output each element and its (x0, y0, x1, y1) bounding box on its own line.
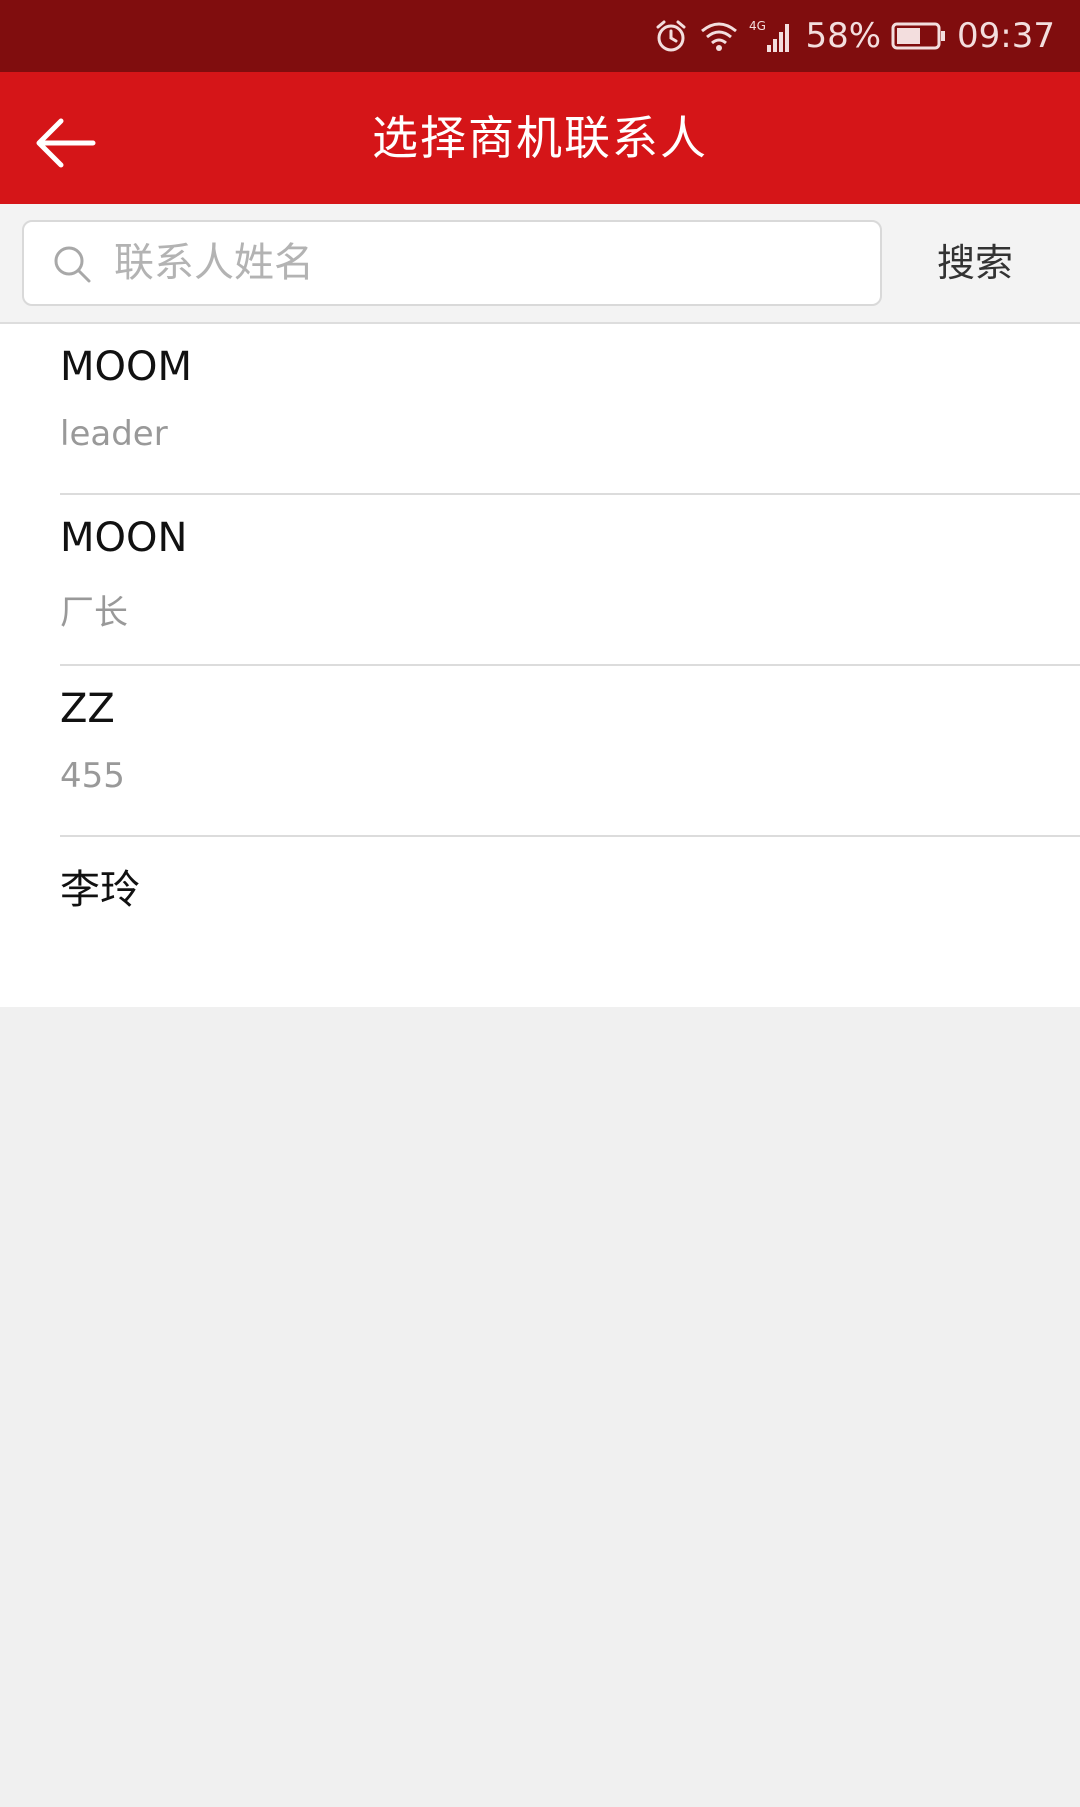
contact-title: leader (60, 414, 168, 454)
status-bar: 4G 58% 09:37 (0, 0, 1080, 72)
contact-name: MOON (60, 515, 188, 561)
arrow-left-icon (36, 118, 96, 168)
back-button[interactable] (22, 100, 108, 186)
signal-icon: 4G (749, 18, 795, 54)
list-item[interactable]: ZZ 455 (0, 666, 1080, 837)
search-bar: 搜索 (0, 204, 1080, 324)
wifi-icon (699, 19, 739, 53)
status-icons: 4G 58% 09:37 (653, 0, 1055, 72)
network-label: 4G (749, 19, 766, 33)
search-button[interactable]: 搜索 (910, 220, 1040, 306)
contact-title: 455 (60, 756, 125, 796)
contact-name: MOOM (60, 344, 192, 390)
search-input[interactable] (114, 222, 854, 304)
contact-title: 厂长 (60, 593, 128, 633)
contact-name: ZZ (60, 686, 115, 732)
list-item[interactable]: 李玲 (0, 837, 1080, 1008)
app-bar: 选择商机联系人 (0, 72, 1080, 204)
contact-list: MOOM leader MOON 厂长 ZZ 455 李玲 (0, 324, 1080, 1007)
battery-icon (891, 21, 947, 51)
page-title: 选择商机联系人 (372, 111, 708, 165)
alarm-icon (653, 18, 689, 54)
battery-percent: 58% (805, 16, 882, 56)
clock: 09:37 (957, 16, 1055, 56)
contact-name: 李玲 (60, 867, 140, 913)
search-icon (54, 246, 91, 283)
list-item[interactable]: MOOM leader (0, 324, 1080, 495)
list-item[interactable]: MOON 厂长 (0, 495, 1080, 666)
search-box[interactable] (22, 220, 882, 306)
